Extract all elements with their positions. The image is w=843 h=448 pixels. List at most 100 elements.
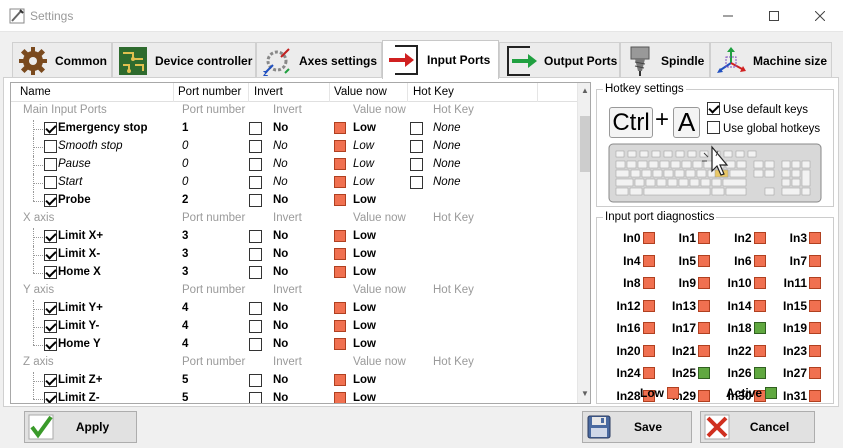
table-row[interactable]: Home X 3 No Low [11, 264, 577, 282]
scroll-up-icon[interactable]: ▲ [581, 86, 589, 95]
enable-checkbox[interactable] [44, 194, 57, 207]
enable-checkbox[interactable] [44, 122, 57, 135]
tab-spindle[interactable]: Spindle [620, 42, 710, 78]
port-label: In20 [616, 343, 641, 358]
tab-input-ports[interactable]: Input Ports [382, 40, 499, 79]
use-default-keys-option[interactable]: Use default keys [707, 100, 808, 116]
port-number[interactable]: 5 [182, 374, 188, 386]
invert-checkbox[interactable] [249, 266, 262, 279]
hotkey-text[interactable]: None [433, 140, 461, 152]
column-header-name[interactable]: Name [20, 86, 51, 98]
enable-checkbox[interactable] [44, 338, 57, 351]
invert-checkbox[interactable] [249, 392, 262, 403]
port-number[interactable]: 3 [182, 230, 188, 242]
invert-checkbox[interactable] [249, 140, 262, 153]
enable-checkbox[interactable] [44, 176, 57, 189]
invert-checkbox[interactable] [249, 302, 262, 315]
port-state-indicator [642, 254, 655, 267]
enable-checkbox[interactable] [44, 230, 57, 243]
tab-output-ports[interactable]: Output Ports [499, 42, 620, 78]
invert-checkbox[interactable] [249, 176, 262, 189]
port-number[interactable]: 4 [182, 320, 188, 332]
input-port-in25: In25 [661, 363, 715, 384]
port-number[interactable]: 0 [182, 158, 188, 170]
cancel-button[interactable]: Cancel [700, 411, 815, 443]
save-button[interactable]: Save [582, 411, 692, 443]
tab-device-controller[interactable]: Device controller [112, 42, 256, 78]
table-row[interactable]: Limit Y+ 4 No Low [11, 300, 577, 318]
hotkey-checkbox[interactable] [410, 158, 423, 171]
port-number[interactable]: 4 [182, 302, 188, 314]
tab-axes-settings[interactable]: Z Axes settings [256, 42, 382, 78]
input-port-in19: In19 [772, 318, 826, 339]
column-header-hotkey[interactable]: Hot Key [413, 86, 454, 98]
enable-checkbox[interactable] [44, 248, 57, 261]
table-row[interactable]: Limit Z+ 5 No Low [11, 372, 577, 390]
port-number[interactable]: 1 [182, 122, 188, 134]
enable-checkbox[interactable] [44, 302, 57, 315]
input-port-in20: In20 [605, 341, 659, 362]
invert-checkbox[interactable] [249, 320, 262, 333]
port-number[interactable]: 3 [182, 266, 188, 278]
scroll-down-icon[interactable]: ▼ [581, 389, 589, 398]
table-row[interactable]: Limit X+ 3 No Low [11, 228, 577, 246]
table-row[interactable]: Home Y 4 No Low [11, 336, 577, 354]
apply-button[interactable]: Apply [24, 411, 137, 443]
table-row[interactable]: Pause 0 No Low None [11, 156, 577, 174]
port-number[interactable]: 0 [182, 176, 188, 188]
invert-checkbox[interactable] [249, 248, 262, 261]
legend-active-label: Active [726, 386, 763, 400]
minimize-button[interactable] [705, 0, 751, 32]
tab-common[interactable]: Common [12, 42, 112, 78]
table-row[interactable]: Smooth stop 0 No Low None [11, 138, 577, 156]
enable-checkbox[interactable] [44, 140, 57, 153]
enable-checkbox[interactable] [44, 374, 57, 387]
port-state-indicator [698, 367, 710, 380]
table-row[interactable]: Limit X- 3 No Low [11, 246, 577, 264]
hotkey-checkbox[interactable] [410, 122, 423, 135]
close-button[interactable] [797, 0, 843, 32]
column-header-value[interactable]: Value now [334, 86, 387, 98]
invert-checkbox[interactable] [249, 338, 262, 351]
grid-scrollbar[interactable]: ▲ ▼ [577, 83, 590, 403]
invert-checkbox[interactable] [249, 374, 262, 387]
port-number[interactable]: 4 [182, 338, 188, 350]
hotkey-checkbox[interactable] [410, 176, 423, 189]
value-text: Low [353, 158, 375, 170]
port-label: In19 [782, 321, 807, 336]
save-label: Save [633, 420, 663, 434]
input-port-in23: In23 [772, 341, 826, 362]
diagnostics-grid: In0 In1 In2 In3 In4 In5 In6 In7 In8 In9 In10 In11 In… [605, 228, 825, 406]
scroll-thumb[interactable] [580, 116, 590, 172]
invert-checkbox[interactable] [249, 230, 262, 243]
maximize-button[interactable] [751, 0, 797, 32]
enable-checkbox[interactable] [44, 266, 57, 279]
use-global-hotkeys-checkbox[interactable] [707, 121, 720, 134]
section-header: Y axis Port number Invert Value now Hot Key [11, 282, 577, 300]
port-number[interactable]: 3 [182, 248, 188, 260]
table-row[interactable]: Probe 2 No Low [11, 192, 577, 210]
table-row[interactable]: Limit Z- 5 No Low [11, 390, 577, 403]
port-number[interactable]: 0 [182, 140, 188, 152]
enable-checkbox[interactable] [44, 320, 57, 333]
port-number[interactable]: 5 [182, 392, 188, 403]
use-global-hotkeys-option[interactable]: Use global hotkeys [707, 119, 820, 135]
table-row[interactable]: Limit Y- 4 No Low [11, 318, 577, 336]
enable-checkbox[interactable] [44, 158, 57, 171]
table-row[interactable]: Start 0 No Low None [11, 174, 577, 192]
invert-checkbox[interactable] [249, 122, 262, 135]
table-row[interactable]: Emergency stop 1 No Low None [11, 120, 577, 138]
hotkey-checkbox[interactable] [410, 140, 423, 153]
port-label: In15 [782, 298, 807, 313]
enable-checkbox[interactable] [44, 392, 57, 403]
tab-machine-size[interactable]: Machine size [710, 42, 832, 78]
hotkey-text[interactable]: None [433, 176, 461, 188]
column-header-port[interactable]: Port number [178, 86, 241, 98]
hotkey-text[interactable]: None [433, 158, 461, 170]
hotkey-text[interactable]: None [433, 122, 461, 134]
invert-checkbox[interactable] [249, 194, 262, 207]
use-default-keys-checkbox[interactable] [707, 102, 720, 115]
invert-checkbox[interactable] [249, 158, 262, 171]
column-header-invert[interactable]: Invert [254, 86, 283, 98]
port-number[interactable]: 2 [182, 194, 188, 206]
